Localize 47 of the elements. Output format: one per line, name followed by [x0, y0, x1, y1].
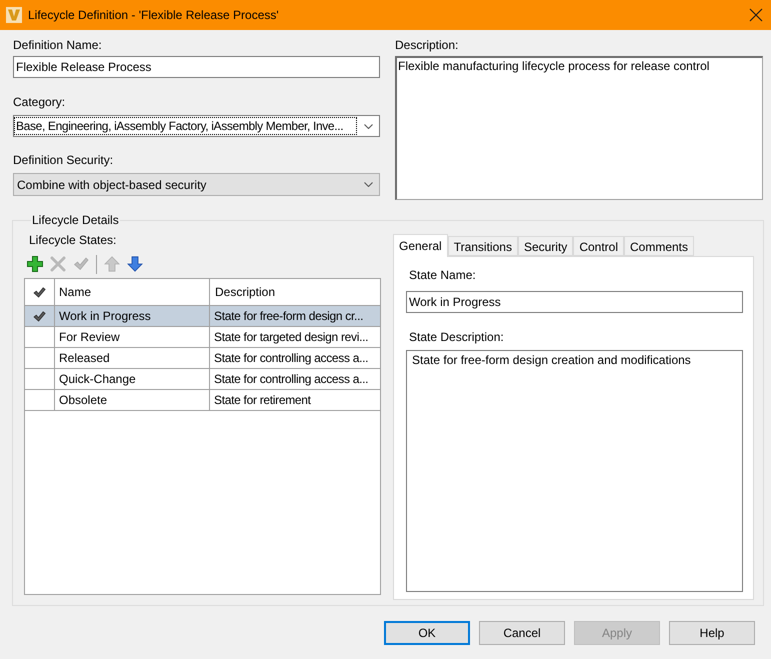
field-label: Category:: [13, 95, 66, 110]
window-title: Lifecycle Definition - 'Flexible Release Process': [28, 7, 279, 24]
field-label: Definition Name:: [13, 38, 102, 53]
state-description-field[interactable]: State for free-form design creation and modifications: [406, 350, 743, 592]
arrow-down-icon[interactable]: [127, 256, 143, 272]
dialog-button[interactable]: Help: [669, 621, 755, 645]
table-row[interactable]: Quick-Change State for controlling access a...: [25, 369, 380, 390]
field-label: Definition Security:: [13, 153, 114, 168]
column-header[interactable]: Name: [55, 279, 210, 305]
state-name-field[interactable]: Work in Progress: [406, 291, 743, 313]
app-logo-icon: [6, 7, 22, 23]
checkmark-icon: [33, 286, 46, 298]
field-label: State Description:: [409, 330, 504, 345]
table-row[interactable]: For Review State for targeted design revi...: [25, 327, 380, 348]
plus-icon[interactable]: [27, 256, 43, 272]
dialog-button[interactable]: Cancel: [479, 621, 565, 645]
table-row[interactable]: Work in Progress State for free-form design cr...: [25, 306, 380, 327]
table-cell-text: State for controlling access a...: [213, 371, 370, 388]
tab[interactable]: Comments: [624, 236, 694, 256]
table-row[interactable]: Released State for controlling access a...: [25, 348, 380, 369]
chevron-down-icon: [364, 124, 373, 128]
close-icon[interactable]: [749, 8, 763, 22]
table-cell-text: State for retirement: [213, 392, 312, 409]
field-label: State Name:: [409, 268, 476, 283]
table-cell: Work in Progress: [55, 306, 210, 326]
table-row[interactable]: Obsolete State for retirement: [25, 390, 380, 411]
table-cell: Quick-Change: [55, 369, 210, 389]
tab[interactable]: Transitions: [448, 236, 518, 256]
tab[interactable]: General: [393, 234, 448, 257]
tab[interactable]: Control: [573, 236, 624, 256]
table-cell-text: State for targeted design revi...: [213, 329, 370, 346]
table-cell: Released: [55, 348, 210, 368]
dialog-button[interactable]: OK: [384, 621, 470, 645]
table-cell: Obsolete: [55, 390, 210, 410]
chevron-down-icon: [364, 182, 373, 187]
security-dropdown[interactable]: Combine with object-based security: [13, 173, 380, 196]
group-title: Lifecycle Details: [31, 213, 120, 227]
field-label: Description:: [395, 38, 458, 53]
table-cell: For Review: [55, 327, 210, 347]
list-label: Lifecycle States:: [29, 233, 116, 248]
description-field[interactable]: Flexible manufacturing lifecycle process for release control: [395, 56, 763, 200]
definition-name-field[interactable]: Flexible Release Process: [13, 56, 380, 78]
column-header[interactable]: Description: [210, 279, 380, 305]
tab[interactable]: Security: [518, 236, 574, 256]
table-cell-text: State for free-form design cr...: [213, 308, 364, 325]
category-dropdown[interactable]: Base, Engineering, iAssembly Factory, iAssembly Member, Inve...: [13, 115, 380, 137]
table-cell-text: State for controlling access a...: [213, 350, 370, 367]
